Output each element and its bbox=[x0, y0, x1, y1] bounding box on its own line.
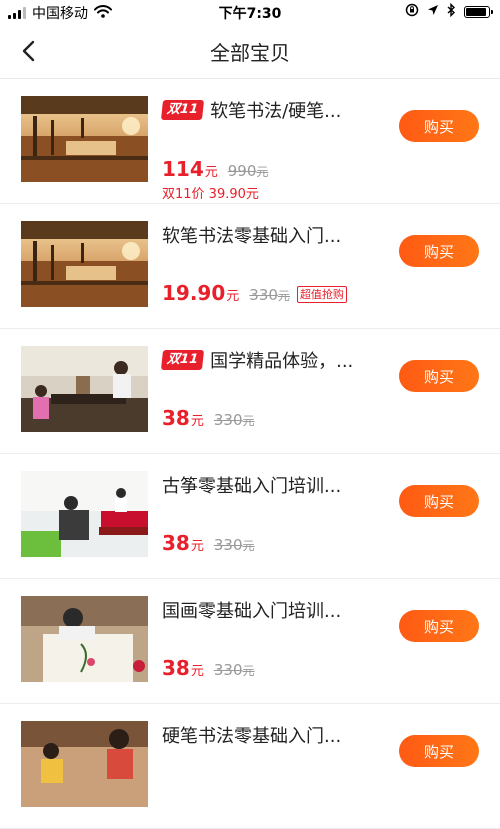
price-unit: 元 bbox=[190, 539, 204, 554]
calligraphy-room-photo bbox=[21, 221, 148, 307]
chinese-painting-photo bbox=[21, 596, 148, 682]
current-price: 19.90 bbox=[162, 281, 226, 305]
original-price: 990 bbox=[227, 162, 257, 180]
children-class-photo bbox=[21, 721, 148, 807]
original-price-unit: 元 bbox=[242, 414, 255, 428]
price-row: 38 元 330 元 bbox=[162, 406, 255, 430]
location-icon bbox=[427, 4, 439, 20]
product-title-row: 软笔书法零基础入门... bbox=[162, 222, 387, 248]
price-row: 19.90 元 330 元 超值抢购 bbox=[162, 281, 347, 305]
product-thumbnail[interactable] bbox=[21, 221, 148, 307]
promo-tag: 超值抢购 bbox=[296, 286, 347, 303]
original-price-unit: 元 bbox=[256, 165, 269, 179]
product-title-row: 国画零基础入门培训... bbox=[162, 597, 387, 623]
product-thumbnail[interactable] bbox=[21, 96, 148, 182]
double11-price: 双11价 39.90元 bbox=[162, 187, 259, 202]
product-item[interactable]: 国画零基础入门培训... 38 元 330 元 购买 bbox=[0, 579, 500, 704]
page-title: 全部宝贝 bbox=[210, 41, 290, 65]
original-price: 330 bbox=[213, 411, 243, 429]
original-price-unit: 元 bbox=[242, 539, 255, 553]
buy-button[interactable]: 购买 bbox=[399, 610, 479, 642]
product-item[interactable]: 古筝零基础入门培训... 38 元 330 元 购买 bbox=[0, 454, 500, 579]
price-unit: 元 bbox=[204, 165, 218, 180]
product-title[interactable]: 古筝零基础入门培训... bbox=[162, 472, 341, 498]
product-item[interactable]: 硬笔书法零基础入门... 购买 bbox=[0, 704, 500, 829]
buy-button[interactable]: 购买 bbox=[399, 360, 479, 392]
product-title[interactable]: 软笔书法零基础入门... bbox=[162, 222, 341, 248]
price-row: 38 元 330 元 bbox=[162, 656, 255, 680]
current-price: 38 bbox=[162, 656, 190, 680]
buy-button[interactable]: 购买 bbox=[399, 485, 479, 517]
original-price-unit: 元 bbox=[242, 664, 255, 678]
buy-button[interactable]: 购买 bbox=[399, 235, 479, 267]
double11-badge: 双11 bbox=[160, 350, 205, 370]
calligraphy-room-photo bbox=[21, 96, 148, 182]
product-item[interactable]: 软笔书法零基础入门... 19.90 元 330 元 超值抢购 购买 bbox=[0, 204, 500, 329]
product-title-row: 硬笔书法零基础入门... bbox=[162, 722, 387, 748]
original-price: 330 bbox=[213, 536, 243, 554]
price-unit: 元 bbox=[190, 414, 204, 429]
original-price: 330 bbox=[213, 661, 243, 679]
product-title[interactable]: 国学精品体验，... bbox=[210, 347, 353, 373]
product-item[interactable]: 双11 软笔书法/硬笔... 114 元 990 元 双11价 39.90元 购… bbox=[0, 79, 500, 204]
classroom-teaching-photo bbox=[21, 346, 148, 432]
battery-icon bbox=[464, 6, 493, 18]
battery-fill bbox=[466, 8, 486, 16]
product-title-row: 古筝零基础入门培训... bbox=[162, 472, 387, 498]
guzheng-class-photo bbox=[21, 471, 148, 557]
product-title[interactable]: 国画零基础入门培训... bbox=[162, 597, 341, 623]
original-price-unit: 元 bbox=[277, 289, 290, 303]
product-item[interactable]: 双11 国学精品体验，... 38 元 330 元 购买 bbox=[0, 329, 500, 454]
price-unit: 元 bbox=[226, 289, 240, 304]
product-thumbnail[interactable] bbox=[21, 346, 148, 432]
nav-bar: 全部宝贝 bbox=[0, 24, 500, 79]
status-bar: 中国移动 下午7:30 bbox=[0, 0, 500, 24]
current-price: 38 bbox=[162, 531, 190, 555]
product-title-row: 双11 软笔书法/硬笔... bbox=[160, 97, 387, 123]
double11-badge: 双11 bbox=[160, 100, 205, 120]
product-thumbnail[interactable] bbox=[21, 721, 148, 807]
lock-rotation-icon bbox=[405, 3, 419, 21]
product-thumbnail[interactable] bbox=[21, 471, 148, 557]
buy-button[interactable]: 购买 bbox=[399, 110, 479, 142]
current-price: 114 bbox=[162, 157, 204, 181]
product-title-row: 双11 国学精品体验，... bbox=[160, 347, 387, 373]
current-price: 38 bbox=[162, 406, 190, 430]
price-row: 114 元 990 元 bbox=[162, 157, 268, 181]
bluetooth-icon bbox=[447, 2, 456, 21]
original-price: 330 bbox=[249, 286, 278, 304]
product-title[interactable]: 软笔书法/硬笔... bbox=[210, 97, 341, 123]
buy-button[interactable]: 购买 bbox=[399, 735, 479, 767]
price-row: 38 元 330 元 bbox=[162, 531, 255, 555]
product-list: 双11 软笔书法/硬笔... 114 元 990 元 双11价 39.90元 购… bbox=[0, 79, 500, 829]
product-thumbnail[interactable] bbox=[21, 596, 148, 682]
status-right bbox=[405, 2, 493, 21]
price-unit: 元 bbox=[190, 664, 204, 679]
product-title[interactable]: 硬笔书法零基础入门... bbox=[162, 722, 341, 748]
